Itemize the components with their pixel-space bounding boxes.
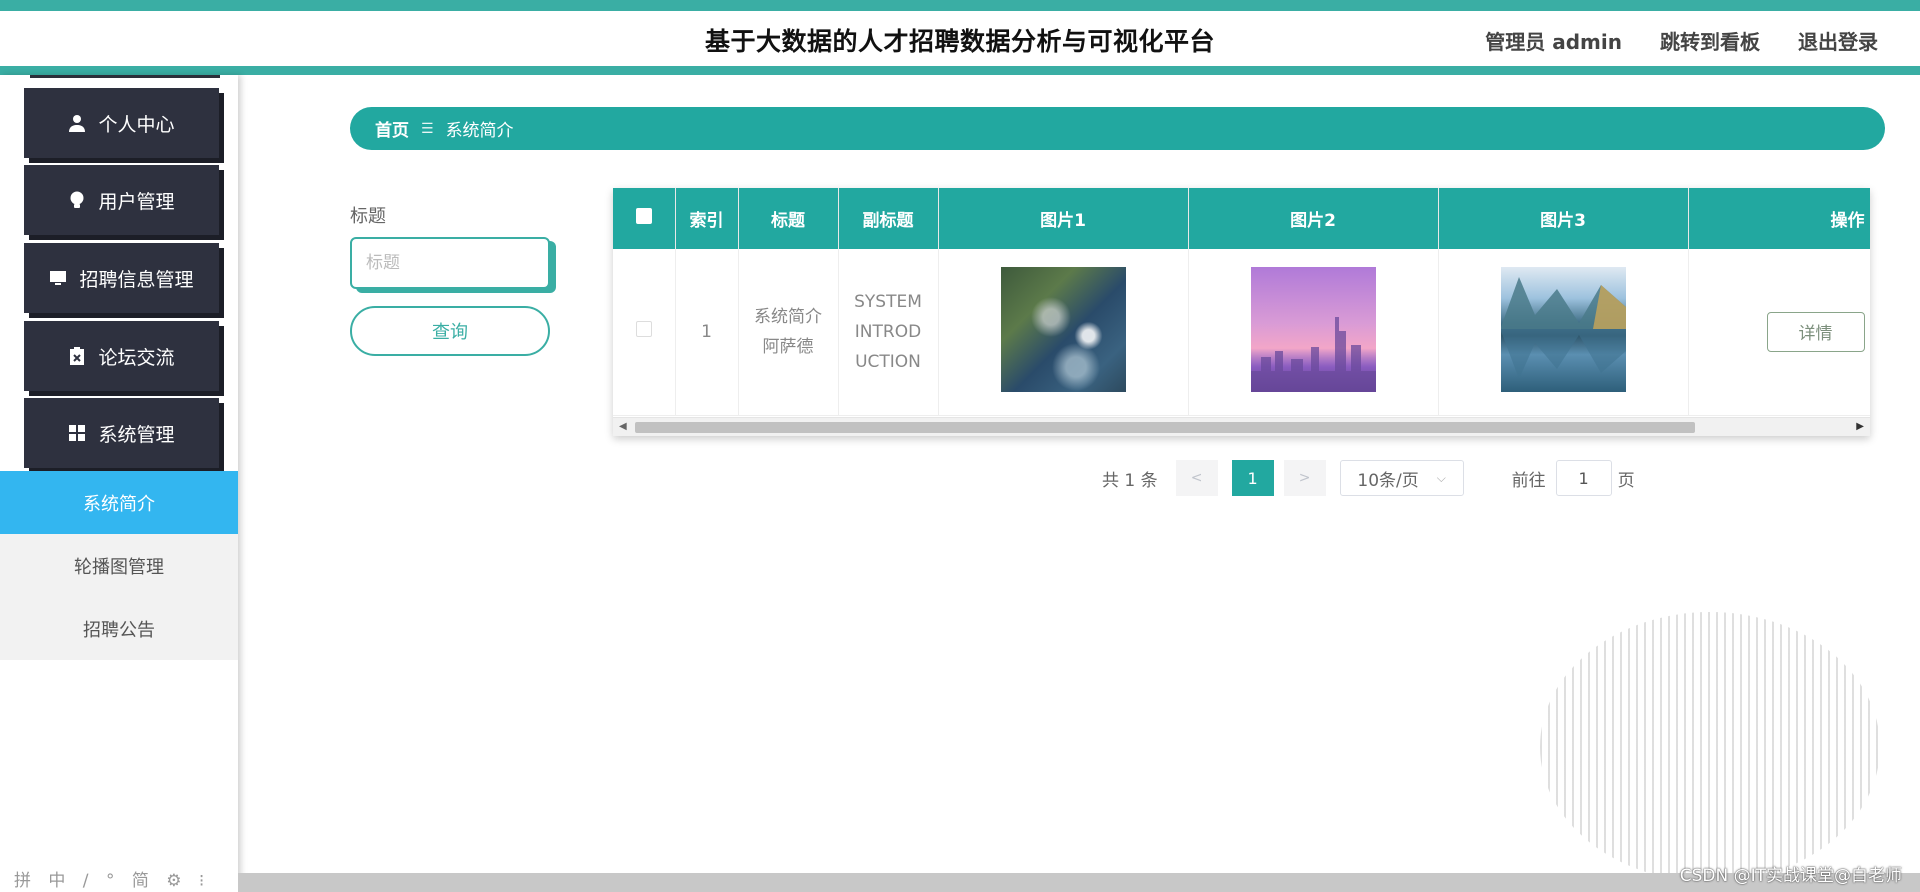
sidebar-item-personal-center[interactable]: 个人中心 <box>24 88 219 158</box>
query-button[interactable]: 查询 <box>350 306 550 356</box>
submenu-item-system-intro[interactable]: 系统简介 <box>0 471 238 534</box>
breadcrumb-separator-icon: ☰ <box>421 120 434 137</box>
person-icon <box>68 114 86 132</box>
select-all-header[interactable] <box>613 188 676 249</box>
system-management-submenu: 系统简介 轮播图管理 招聘公告 <box>0 471 238 660</box>
mountain-lake-image <box>1500 266 1626 392</box>
sidebar-item-label: 招聘信息管理 <box>79 268 194 291</box>
scrollbar-thumb[interactable] <box>635 422 1695 433</box>
lightbulb-icon <box>68 191 86 209</box>
pagination-total: 共 1 条 <box>1102 470 1158 491</box>
sidebar-item-user-management[interactable]: 用户管理 <box>24 165 219 235</box>
sidebar-top-divider <box>30 75 220 78</box>
grid-icon <box>68 424 86 442</box>
table-horizontal-scrollbar[interactable]: ◀ ▶ <box>613 417 1870 436</box>
breadcrumb-current: 系统简介 <box>445 121 514 141</box>
cell-image2 <box>1188 249 1439 416</box>
sidebar-item-label: 论坛交流 <box>98 346 175 369</box>
cell-actions: 详情 <box>1688 249 1870 416</box>
column-header-index: 索引 <box>675 188 739 249</box>
cell-subtitle: SYSTEM INTRODUCTION <box>838 249 939 416</box>
csdn-watermark: CSDN @IT实战课堂@白老师 <box>1679 866 1902 886</box>
sidebar-item-label: 个人中心 <box>98 113 175 136</box>
page-size-value: 10条/页 <box>1357 470 1419 491</box>
current-user-label: 管理员 admin <box>1485 30 1622 54</box>
decorative-striped-circle <box>1540 612 1880 882</box>
submenu-item-announcements[interactable]: 招聘公告 <box>0 597 238 660</box>
satellite-weather-image <box>1000 266 1126 392</box>
breadcrumb: 首页 ☰ 系统简介 <box>350 107 1885 150</box>
page-suffix-label: 页 <box>1617 470 1635 491</box>
sidebar-item-label: 系统管理 <box>98 423 175 446</box>
header-accent-stripe <box>0 66 1920 75</box>
ime-toolbar: 拼 中 ∕ ° 简 ⚙ ⁝ <box>14 871 211 891</box>
sidebar-item-recruitment-management[interactable]: 招聘信息管理 <box>24 243 219 313</box>
row-select-cell[interactable] <box>613 249 676 416</box>
pink-city-skyline-image <box>1250 266 1376 392</box>
search-label: 标题 <box>350 206 386 227</box>
page-horizontal-scrollbar[interactable] <box>238 873 1920 892</box>
table-header-row: 索引 标题 副标题 图片1 图片2 图片3 操作 <box>613 188 1870 249</box>
top-accent-stripe <box>0 0 1920 11</box>
chevron-down-icon: ⌵ <box>1436 470 1446 485</box>
sidebar-item-label: 用户管理 <box>98 190 175 213</box>
breadcrumb-home[interactable]: 首页 <box>375 116 409 141</box>
dashboard-link[interactable]: 跳转到看板 <box>1660 26 1760 55</box>
column-header-image1: 图片1 <box>938 188 1189 249</box>
select-all-checkbox[interactable] <box>635 208 652 224</box>
cell-index: 1 <box>675 249 739 416</box>
next-page-button[interactable]: > <box>1283 460 1326 496</box>
data-table: 索引 标题 副标题 图片1 图片2 图片3 操作 1 系统简介阿萨德 SYSTE… <box>613 188 1870 436</box>
header-links: 管理员 admin 跳转到看板 退出登录 <box>1485 26 1878 55</box>
column-header-image2: 图片2 <box>1188 188 1439 249</box>
column-header-title: 标题 <box>738 188 839 249</box>
goto-page-input[interactable] <box>1555 460 1612 496</box>
title-search-input[interactable] <box>350 237 550 289</box>
sidebar-item-forum[interactable]: 论坛交流 <box>24 321 219 391</box>
column-header-subtitle: 副标题 <box>838 188 939 249</box>
cell-title: 系统简介阿萨德 <box>738 249 839 416</box>
logout-link[interactable]: 退出登录 <box>1798 26 1878 55</box>
detail-button[interactable]: 详情 <box>1766 311 1865 352</box>
column-header-actions: 操作 <box>1688 188 1870 249</box>
clipboard-icon <box>68 347 86 365</box>
page-size-select[interactable]: 10条/页 ⌵ <box>1339 460 1464 496</box>
goto-label: 前往 <box>1511 470 1546 491</box>
scroll-right-icon[interactable]: ▶ <box>1856 421 1864 432</box>
sidebar-item-system-management[interactable]: 系统管理 <box>24 398 219 468</box>
page-number-button[interactable]: 1 <box>1231 460 1274 496</box>
scroll-left-icon[interactable]: ◀ <box>619 421 627 432</box>
cell-image3 <box>1438 249 1689 416</box>
pagination: 共 1 条 < 1 > 10条/页 ⌵ 前往 页 <box>1102 460 1635 496</box>
prev-page-button[interactable]: < <box>1175 460 1218 496</box>
row-checkbox[interactable] <box>635 321 652 338</box>
submenu-item-carousel[interactable]: 轮播图管理 <box>0 534 238 597</box>
cell-image1 <box>938 249 1189 416</box>
column-header-image3: 图片3 <box>1438 188 1689 249</box>
monitor-icon <box>49 269 67 287</box>
table-row: 1 系统简介阿萨德 SYSTEM INTRODUCTION 详情 <box>613 249 1870 416</box>
